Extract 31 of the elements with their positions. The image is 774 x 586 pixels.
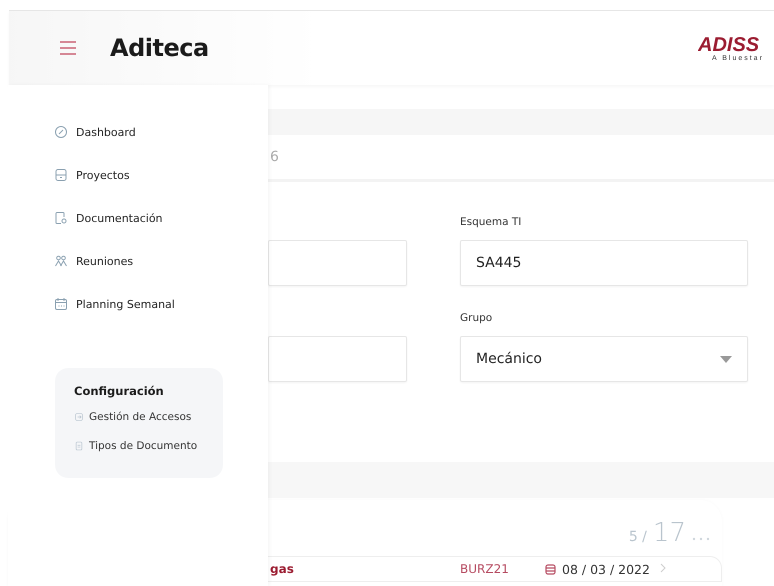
caret-icon (720, 356, 732, 363)
list-row[interactable]: gas BURZ21 08 / 03 / 2022 (268, 556, 722, 582)
input-field[interactable]: SA445 (460, 240, 748, 286)
menu-item[interactable]: Reuniones (54, 253, 268, 269)
menu-item[interactable]: Planning Semanal (54, 296, 268, 312)
app-title: Aditeca (110, 34, 209, 62)
field-value: 6 (270, 149, 279, 165)
menu-item[interactable]: Proyectos (54, 167, 268, 183)
menu-item[interactable]: Gestión de Accesos (74, 411, 192, 423)
row-title: gas (270, 562, 295, 576)
menu-item[interactable]: Dashboard (54, 124, 268, 140)
input-field[interactable] (268, 336, 407, 382)
field-label: Esquema TI (460, 216, 522, 230)
total-count: 17 (652, 518, 686, 548)
menu-item[interactable]: Tipos de Documento (74, 440, 198, 452)
field-label: Grupo (460, 312, 494, 326)
row-date: 08 / 03 / 2022 (562, 562, 650, 576)
people-icon (54, 254, 68, 268)
dropdown-field[interactable]: Mecánico (460, 336, 748, 382)
folder-icon (54, 168, 68, 182)
gauge-icon (54, 125, 68, 139)
chevron-right-icon (660, 563, 666, 573)
doc-icon (74, 441, 84, 451)
enter-icon (74, 412, 84, 422)
menu-item[interactable]: Documentación (54, 210, 268, 226)
menu-icon[interactable] (58, 40, 78, 56)
doc-search-icon (54, 211, 68, 225)
row-code: BURZ21 (460, 562, 510, 576)
config-title: Configuración (74, 384, 165, 398)
page-number: 5 / (628, 529, 647, 545)
input-field[interactable] (268, 240, 407, 286)
